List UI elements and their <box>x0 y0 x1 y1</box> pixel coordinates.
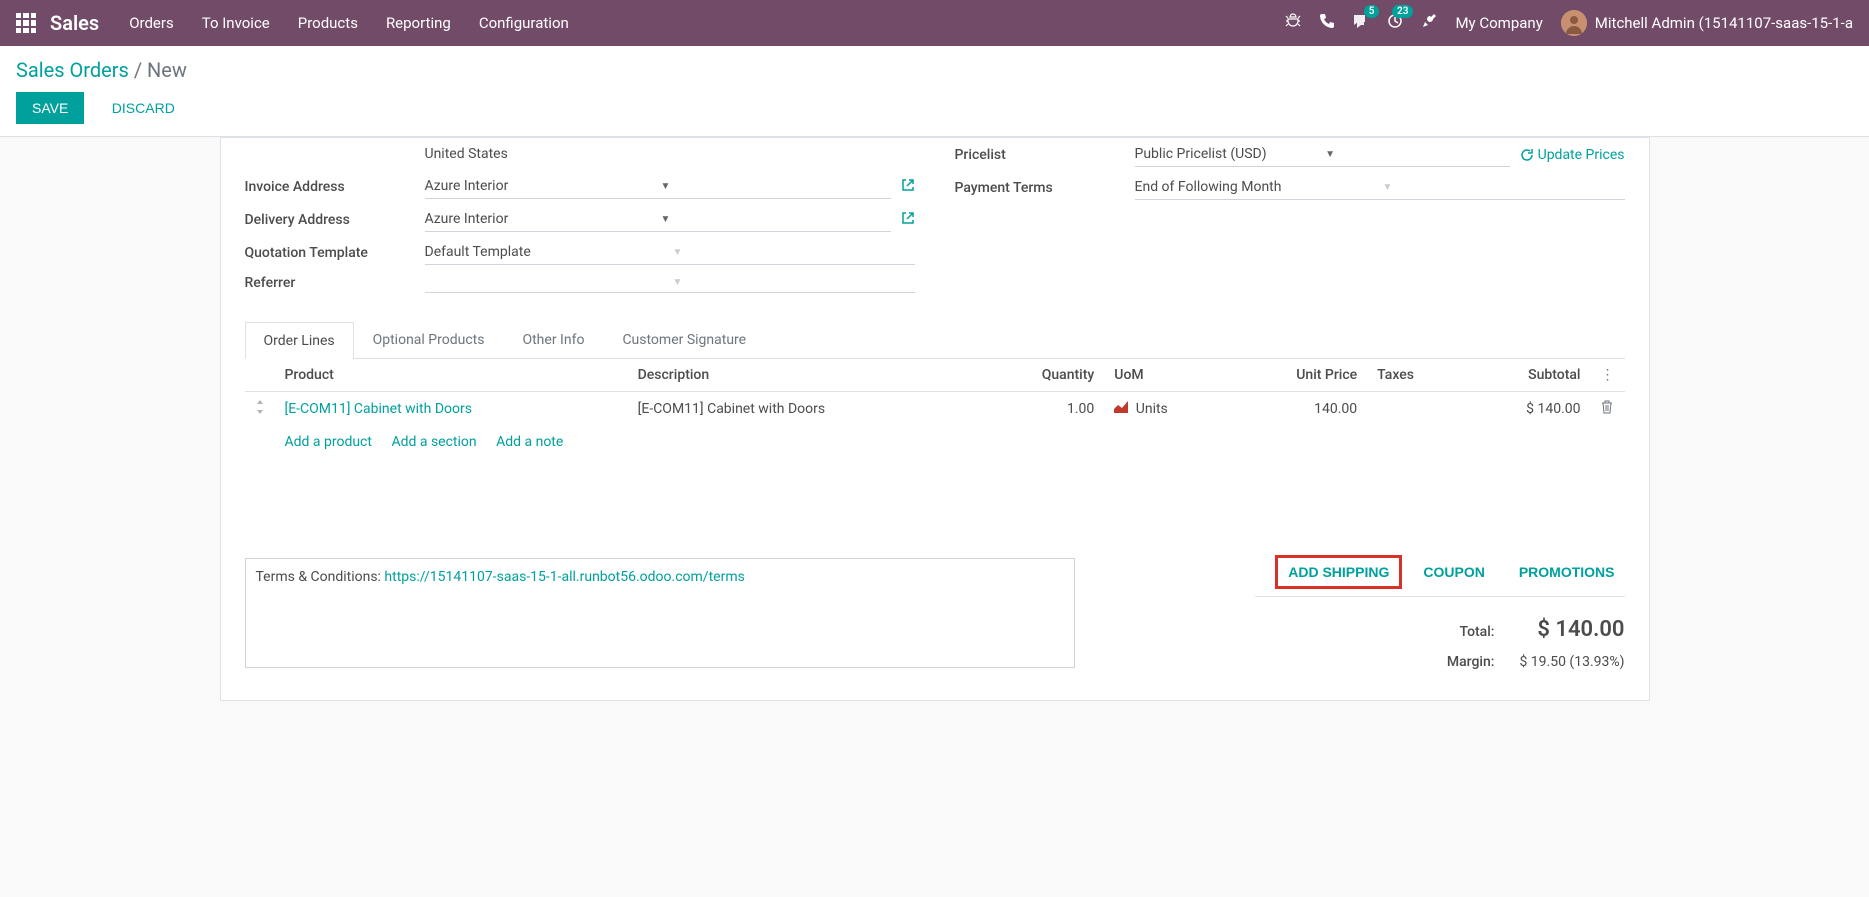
col-uom: UoM <box>1104 359 1229 392</box>
delivery-address-label: Delivery Address <box>245 212 425 228</box>
phone-icon[interactable] <box>1319 13 1335 33</box>
col-quantity: Quantity <box>981 359 1104 392</box>
caret-icon[interactable]: ▼ <box>673 277 915 288</box>
menu-reporting[interactable]: Reporting <box>386 14 451 32</box>
line-unit-price[interactable]: 140.00 <box>1229 392 1367 427</box>
pricelist-label: Pricelist <box>955 147 1135 163</box>
terms-prefix: Terms & Conditions: <box>256 569 385 585</box>
external-link-icon[interactable] <box>901 178 915 196</box>
margin-value: $ 19.50 (13.93%) <box>1515 654 1625 670</box>
terms-field[interactable]: Terms & Conditions: https://15141107-saa… <box>245 558 1075 668</box>
coupon-button[interactable]: COUPON <box>1413 558 1494 586</box>
add-product-link[interactable]: Add a product <box>285 434 372 450</box>
line-taxes[interactable] <box>1367 392 1464 427</box>
tab-optional-products[interactable]: Optional Products <box>354 321 504 358</box>
col-taxes: Taxes <box>1367 359 1464 392</box>
quotation-template-field[interactable]: Default Template ▼ <box>425 240 915 265</box>
delivery-address-field[interactable]: Azure Interior ▼ <box>425 207 891 232</box>
breadcrumb-root[interactable]: Sales Orders <box>16 58 129 82</box>
total-label: Total: <box>1460 624 1495 640</box>
avatar <box>1561 10 1587 36</box>
main-menu: Orders To Invoice Products Reporting Con… <box>129 14 569 32</box>
referrer-field[interactable]: ▼ <box>425 273 915 293</box>
top-nav: Sales Orders To Invoice Products Reporti… <box>0 0 1869 46</box>
caret-icon[interactable]: ▼ <box>673 247 915 258</box>
invoice-address-label: Invoice Address <box>245 179 425 195</box>
columns-menu-icon[interactable]: ⋮ <box>1601 367 1615 383</box>
table-row[interactable]: [E-COM11] Cabinet with Doors [E-COM11] C… <box>245 392 1625 427</box>
payment-terms-label: Payment Terms <box>955 180 1135 196</box>
apps-icon[interactable] <box>16 13 36 33</box>
caret-icon[interactable]: ▼ <box>661 181 891 192</box>
col-subtotal: Subtotal <box>1464 359 1591 392</box>
line-description[interactable]: [E-COM11] Cabinet with Doors <box>628 392 981 427</box>
promotions-button[interactable]: PROMOTIONS <box>1509 558 1625 586</box>
delete-line-icon[interactable] <box>1601 402 1613 418</box>
col-description: Description <box>628 359 981 392</box>
form-sheet: United States Invoice Address Azure Inte… <box>220 137 1650 701</box>
company-switcher[interactable]: My Company <box>1455 14 1542 32</box>
col-unit-price: Unit Price <box>1229 359 1367 392</box>
menu-products[interactable]: Products <box>298 14 358 32</box>
save-button[interactable]: SAVE <box>16 92 84 124</box>
activities-badge: 23 <box>1392 5 1413 18</box>
line-product[interactable]: [E-COM11] Cabinet with Doors <box>285 401 472 417</box>
bug-icon[interactable] <box>1285 13 1301 33</box>
add-shipping-button[interactable]: ADD SHIPPING <box>1278 558 1399 586</box>
messaging-icon[interactable]: 5 <box>1353 13 1369 33</box>
terms-link[interactable]: https://15141107-saas-15-1-all.runbot56.… <box>384 569 744 585</box>
breadcrumb: Sales Orders / New <box>16 58 1853 82</box>
col-product: Product <box>275 359 628 392</box>
caret-icon[interactable]: ▼ <box>1383 182 1625 193</box>
referrer-label: Referrer <box>245 275 425 291</box>
line-quantity[interactable]: 1.00 <box>981 392 1104 427</box>
activities-icon[interactable]: 23 <box>1387 13 1403 33</box>
margin-label: Margin: <box>1447 654 1495 670</box>
control-panel: Sales Orders / New SAVE DISCARD <box>0 46 1869 137</box>
menu-orders[interactable]: Orders <box>129 14 174 32</box>
user-menu[interactable]: Mitchell Admin (15141107-saas-15-1-a <box>1561 10 1853 36</box>
update-prices-button[interactable]: Update Prices <box>1520 147 1625 163</box>
discard-button[interactable]: DISCARD <box>96 92 191 124</box>
user-name: Mitchell Admin (15141107-saas-15-1-a <box>1595 14 1853 32</box>
menu-configuration[interactable]: Configuration <box>479 14 569 32</box>
total-value: $ 140.00 <box>1515 617 1625 642</box>
caret-icon[interactable]: ▼ <box>1325 149 1510 160</box>
payment-terms-field[interactable]: End of Following Month ▼ <box>1135 175 1625 200</box>
tabs: Order Lines Optional Products Other Info… <box>245 321 1625 359</box>
tools-icon[interactable] <box>1421 13 1437 33</box>
menu-to-invoice[interactable]: To Invoice <box>202 14 270 32</box>
pricelist-field[interactable]: Public Pricelist (USD) ▼ <box>1135 142 1510 167</box>
caret-icon[interactable]: ▼ <box>661 214 891 225</box>
line-uom[interactable]: Units <box>1104 392 1229 427</box>
order-lines-table: Product Description Quantity UoM Unit Pr… <box>245 359 1625 458</box>
breadcrumb-current: New <box>147 58 187 82</box>
add-note-link[interactable]: Add a note <box>496 434 563 450</box>
tab-order-lines[interactable]: Order Lines <box>245 322 354 359</box>
line-subtotal: $ 140.00 <box>1464 392 1591 427</box>
quotation-template-label: Quotation Template <box>245 245 425 261</box>
brand[interactable]: Sales <box>50 11 99 35</box>
forecast-icon[interactable] <box>1114 401 1131 417</box>
drag-handle-icon[interactable] <box>245 392 275 427</box>
tab-other-info[interactable]: Other Info <box>503 321 603 358</box>
add-section-link[interactable]: Add a section <box>391 434 476 450</box>
messaging-badge: 5 <box>1364 5 1380 18</box>
country-text: United States <box>425 146 915 162</box>
external-link-icon[interactable] <box>901 211 915 229</box>
invoice-address-field[interactable]: Azure Interior ▼ <box>425 174 891 199</box>
tab-customer-signature[interactable]: Customer Signature <box>603 321 765 358</box>
